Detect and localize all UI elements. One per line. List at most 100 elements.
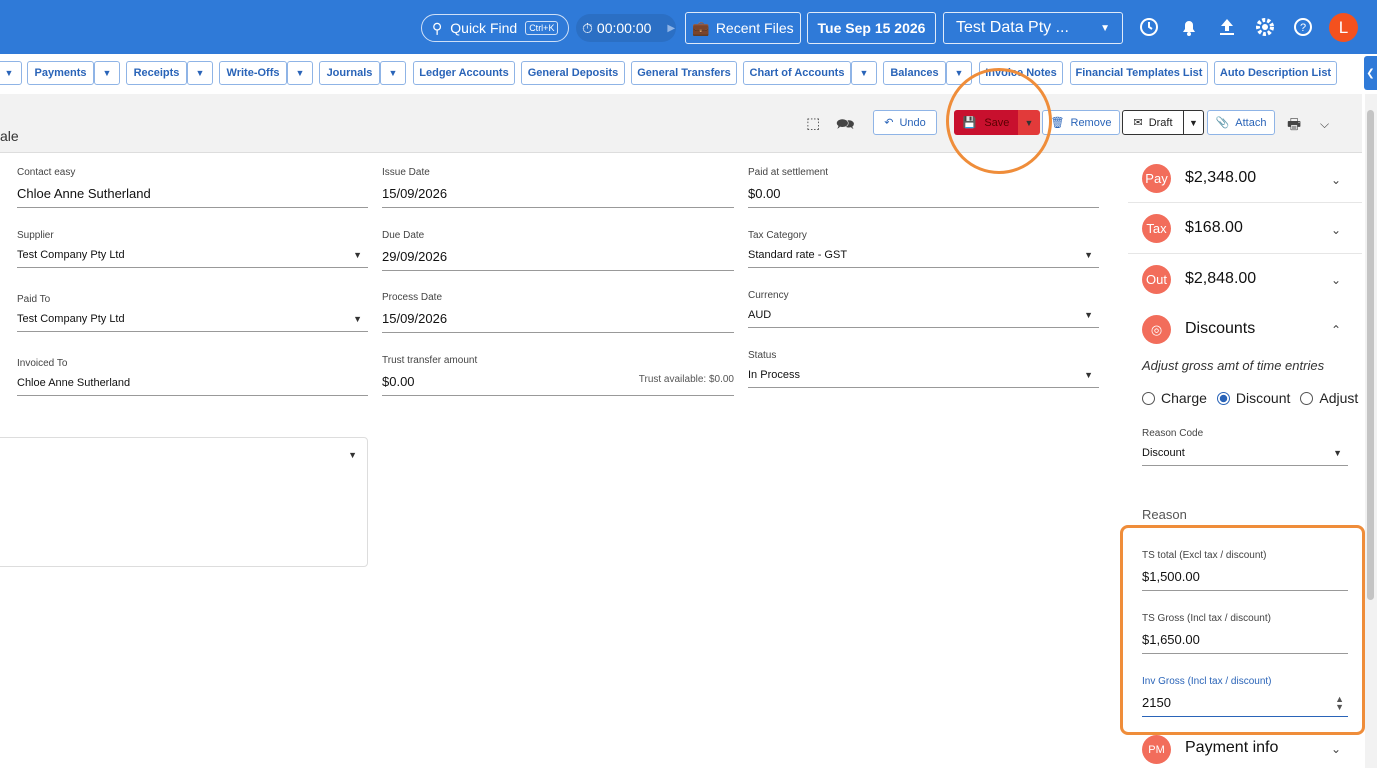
payment-info-title[interactable]: Payment info xyxy=(1185,739,1278,757)
nav-chart-of-accounts[interactable]: Chart of Accounts xyxy=(743,61,851,85)
chevron-down-icon[interactable]: ⌵ xyxy=(1320,117,1329,132)
trash-icon: 🗑 xyxy=(1050,117,1065,129)
chevron-down-icon: ▼ xyxy=(1333,448,1342,458)
contact-value[interactable]: Chloe Anne Sutherland xyxy=(17,186,368,208)
paid-to-field[interactable]: Paid To Test Company Pty Ltd ▼ xyxy=(17,294,368,332)
avatar[interactable]: L xyxy=(1329,13,1358,42)
print-icon[interactable]: 🖶 xyxy=(1287,114,1301,139)
process-date-value[interactable]: 15/09/2026 xyxy=(382,311,734,333)
due-date-field[interactable]: Due Date 29/09/2026 xyxy=(382,230,734,271)
nav-journals[interactable]: Journals xyxy=(319,61,380,85)
tax-category-label: Tax Category xyxy=(748,230,807,241)
timer-widget[interactable]: ⏱ 00:00:00 ▶ xyxy=(576,14,676,42)
undo-label: Undo xyxy=(899,116,926,129)
undo-button[interactable]: ↶ Undo xyxy=(873,110,937,135)
radio-charge[interactable] xyxy=(1142,391,1155,405)
chevron-down-icon[interactable]: ⌄ xyxy=(1331,173,1341,187)
nav-write-offs-dropdown[interactable]: ▼ xyxy=(287,61,313,85)
due-date-value[interactable]: 29/09/2026 xyxy=(382,249,734,271)
paid-settlement-value[interactable]: $0.00 xyxy=(748,186,1099,208)
nav-receipts[interactable]: Receipts xyxy=(126,61,187,85)
due-date-label: Due Date xyxy=(382,230,425,241)
chevron-down-icon[interactable]: ▼ xyxy=(348,450,357,460)
discount-type-radios[interactable]: Charge Discount Adjust xyxy=(1142,390,1358,406)
chevron-down-icon[interactable]: ⌄ xyxy=(1331,273,1341,287)
invoiced-to-label: Invoiced To xyxy=(17,358,68,369)
date-button[interactable]: Tue Sep 15 2026 xyxy=(807,12,936,44)
trust-transfer-input[interactable]: $0.00 Trust available: $0.00 xyxy=(382,374,734,396)
tax-category-field[interactable]: Tax Category Standard rate - GST ▼ xyxy=(748,230,1099,268)
nav-ledger-accounts[interactable]: Ledger Accounts xyxy=(413,61,515,85)
nav-dropdown-prev[interactable]: ▼ xyxy=(0,61,22,85)
status-field[interactable]: Status In Process ▼ xyxy=(748,350,1099,388)
nav-receipts-dropdown[interactable]: ▼ xyxy=(187,61,213,85)
tax-category-value[interactable]: Standard rate - GST xyxy=(748,249,1099,268)
invoiced-to-field[interactable]: Invoiced To Chloe Anne Sutherland xyxy=(17,358,368,396)
issue-date-field[interactable]: Issue Date 15/09/2026 xyxy=(382,167,734,208)
help-icon[interactable]: ? xyxy=(1292,16,1314,38)
quick-find-button[interactable]: ⚲ Quick Find Ctrl+K xyxy=(421,14,569,42)
comment-icon[interactable]: 🗪 xyxy=(836,114,855,139)
company-selector[interactable]: Test Data Pty ... ▼ xyxy=(943,12,1123,44)
nav-balances[interactable]: Balances xyxy=(883,61,946,85)
bell-icon[interactable] xyxy=(1178,16,1200,38)
contact-label: Contact easy xyxy=(17,167,76,178)
paid-settlement-field[interactable]: Paid at settlement $0.00 xyxy=(748,167,1099,208)
nav-write-offs[interactable]: Write-Offs xyxy=(219,61,287,85)
timer-value: 00:00:00 xyxy=(596,20,652,36)
issue-date-value[interactable]: 15/09/2026 xyxy=(382,186,734,208)
nav-journals-dropdown[interactable]: ▼ xyxy=(380,61,406,85)
radio-discount[interactable] xyxy=(1216,391,1230,405)
nav-general-transfers[interactable]: General Transfers xyxy=(631,61,737,85)
supplier-field[interactable]: Supplier Test Company Pty Ltd ▼ xyxy=(17,230,368,268)
select-area-icon[interactable]: ⬚ xyxy=(806,114,820,132)
reason-code-field[interactable]: Reason Code Discount ▼ xyxy=(1142,428,1348,466)
trust-transfer-field[interactable]: Trust transfer amount $0.00 Trust availa… xyxy=(382,355,734,396)
reason-code-value[interactable]: Discount xyxy=(1142,447,1348,466)
paid-to-value[interactable]: Test Company Pty Ltd xyxy=(17,313,368,332)
nav-payments-dropdown[interactable]: ▼ xyxy=(94,61,120,85)
nav-payments[interactable]: Payments xyxy=(27,61,94,85)
svg-text:?: ? xyxy=(1300,22,1306,34)
history-icon[interactable] xyxy=(1138,16,1160,38)
radio-adjust[interactable] xyxy=(1300,391,1314,405)
panel-collapse-tab[interactable]: ❮ xyxy=(1364,56,1377,90)
currency-value[interactable]: AUD xyxy=(748,309,1099,328)
supplier-value[interactable]: Test Company Pty Ltd xyxy=(17,249,368,268)
paid-settlement-label: Paid at settlement xyxy=(748,167,829,178)
contact-field[interactable]: Contact easy Chloe Anne Sutherland xyxy=(17,167,368,208)
upload-icon[interactable] xyxy=(1216,16,1238,38)
pm-badge: PM xyxy=(1142,735,1171,764)
notes-box[interactable]: ▼ xyxy=(0,437,368,567)
status-value[interactable]: In Process xyxy=(748,369,1099,388)
reason-field[interactable]: Reason xyxy=(1142,507,1348,522)
quick-find-shortcut: Ctrl+K xyxy=(525,21,559,35)
nav-chart-of-accounts-dropdown[interactable]: ▼ xyxy=(851,61,877,85)
gear-icon[interactable] xyxy=(1254,16,1276,38)
trust-transfer-value: $0.00 xyxy=(382,374,415,389)
attach-button[interactable]: 📎 Attach xyxy=(1207,110,1275,135)
play-icon[interactable]: ▶ xyxy=(667,23,675,34)
currency-label: Currency xyxy=(748,290,789,301)
chevron-up-icon[interactable]: ⌃ xyxy=(1331,323,1341,337)
recent-files-button[interactable]: 💼 Recent Files xyxy=(685,12,801,44)
chevron-down-icon[interactable]: ⌄ xyxy=(1331,742,1341,756)
draft-button[interactable]: ✉ Draft xyxy=(1122,110,1184,135)
trust-transfer-label: Trust transfer amount xyxy=(382,355,478,366)
envelope-icon: ✉ xyxy=(1133,117,1143,129)
paid-to-label: Paid To xyxy=(17,294,51,305)
process-date-field[interactable]: Process Date 15/09/2026 xyxy=(382,292,734,333)
invoiced-to-value[interactable]: Chloe Anne Sutherland xyxy=(17,377,368,396)
quick-find-label: Quick Find xyxy=(450,20,518,36)
tax-badge: Tax xyxy=(1142,214,1171,243)
currency-field[interactable]: Currency AUD ▼ xyxy=(748,290,1099,328)
nav-general-deposits[interactable]: General Deposits xyxy=(521,61,625,85)
scrollbar-thumb[interactable] xyxy=(1367,110,1374,600)
nav-financial-templates[interactable]: Financial Templates List xyxy=(1070,61,1208,85)
chevron-down-icon: ▼ xyxy=(1084,250,1093,260)
nav-auto-description[interactable]: Auto Description List xyxy=(1214,61,1337,85)
chevron-down-icon[interactable]: ⌄ xyxy=(1331,223,1341,237)
remove-button[interactable]: 🗑 Remove xyxy=(1042,110,1120,135)
chevron-down-icon: ▼ xyxy=(1100,22,1110,34)
draft-dropdown[interactable]: ▼ xyxy=(1184,110,1204,135)
